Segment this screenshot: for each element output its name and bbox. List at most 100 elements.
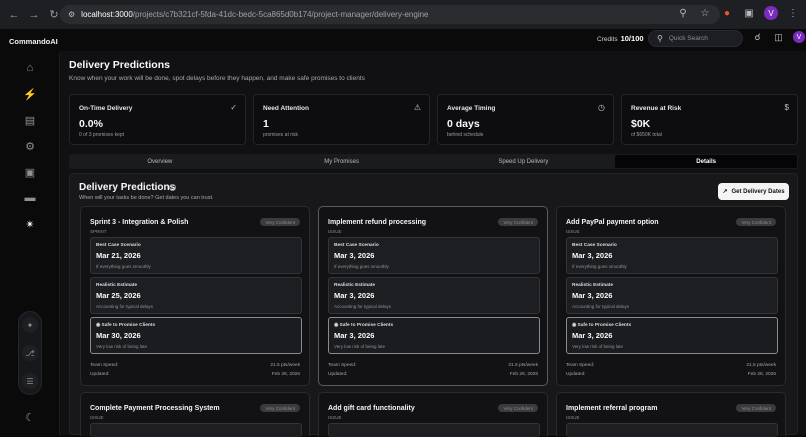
prediction-card[interactable]: Implement referral program ISSUE Very Co…: [556, 392, 786, 437]
best-case-scenario: Best Case Scenario Mar 3, 2026 If everyt…: [566, 237, 778, 274]
scenario-note: Very low risk of being late: [334, 344, 386, 349]
document-icon[interactable]: ▤: [21, 111, 39, 129]
scenario-date: Mar 3, 2026: [572, 331, 613, 340]
git-branch-icon[interactable]: ⎇: [22, 345, 38, 361]
panel-toggle-icon[interactable]: ◫: [772, 31, 785, 44]
stat-value: 1: [263, 118, 269, 130]
scenario-label: ◉ Safe to Promise Clients: [334, 323, 394, 328]
url-host: localhost:3000: [81, 10, 133, 19]
scenario-date: Mar 30, 2026: [96, 331, 141, 340]
scenario-note: Accounting for typical delays: [334, 304, 392, 309]
scenario-label: Best Case Scenario: [572, 243, 617, 248]
best-case-scenario: Best Case Scenario Mar 21, 2026 If every…: [90, 237, 302, 274]
scenario-note: If everything goes smoothly: [334, 264, 389, 269]
tab-my-promises[interactable]: My Promises: [251, 154, 433, 169]
scenario-label: Realistic Estimate: [334, 283, 376, 288]
delivery-predictions-panel: Delivery Predictions i When will your ta…: [69, 173, 798, 437]
realistic-estimate: Realistic Estimate Mar 25, 2026 Accounti…: [90, 277, 302, 314]
scenario-date: Mar 3, 2026: [572, 251, 613, 260]
get-delivery-dates-button[interactable]: ↗ Get Delivery Dates: [718, 183, 789, 200]
search-icon: ⚲: [657, 34, 663, 43]
theme-toggle-moon-icon[interactable]: ☾: [21, 408, 39, 426]
stat-label: Average Timing: [447, 105, 496, 112]
sidebar: ⌂ ⚡ ▤ ⚙ ▣ ▬ ✴ ✦ ⎇ ☰ ☾: [12, 54, 48, 434]
scenario-label: ◉ Safe to Promise Clients: [572, 323, 632, 328]
prediction-card[interactable]: Add PayPal payment option ISSUE Very Con…: [556, 206, 786, 386]
credits-label: Credits: [597, 36, 618, 43]
scenario-note: Very low risk of being late: [572, 344, 624, 349]
stat-card-revenue-at-risk: Revenue at Risk $ $0K of $650K total: [621, 94, 798, 145]
scenario-date: Mar 25, 2026: [96, 291, 141, 300]
main-content: Delivery Predictions Know when your work…: [59, 51, 806, 437]
back-icon[interactable]: ←: [6, 7, 22, 23]
prediction-card[interactable]: Implement refund processing ISSUE Very C…: [318, 206, 548, 386]
forward-icon[interactable]: →: [26, 7, 42, 23]
safe-to-promise: ◉ Safe to Promise Clients Mar 3, 2026 Ve…: [328, 317, 540, 354]
tab-speed-up-delivery[interactable]: Speed Up Delivery: [433, 154, 615, 169]
team-speed-row: Team Speed: 21.5 pts/week: [566, 363, 776, 368]
card-title: Implement referral program: [566, 405, 658, 412]
browser-profile-avatar[interactable]: V: [764, 6, 778, 20]
card-type: ISSUE: [566, 415, 580, 420]
confidence-badge: Very Confident: [736, 218, 776, 226]
best-case-scenario: Best Case Scenario Mar 3, 2026 If everyt…: [328, 237, 540, 274]
stat-label: Revenue at Risk: [631, 105, 682, 112]
bookmark-star-icon[interactable]: ☆: [698, 6, 712, 20]
headset-icon[interactable]: ☌: [751, 31, 764, 44]
tab-overview[interactable]: Overview: [69, 154, 251, 169]
prediction-card[interactable]: Add gift card functionality ISSUE Very C…: [318, 392, 548, 437]
scenario-date: Mar 3, 2026: [334, 331, 375, 340]
scenario-label: Best Case Scenario: [96, 243, 141, 248]
extensions-puzzle-icon[interactable]: ▣: [742, 6, 756, 20]
section-subtitle: When will your tasks be done? Get dates …: [79, 195, 214, 201]
scenario-note: Accounting for typical delays: [572, 304, 630, 309]
stat-value: $0K: [631, 118, 651, 130]
zoom-icon[interactable]: ⚲: [676, 6, 690, 20]
address-bar[interactable]: ⚙ localhost:3000/projects/c7b321cf-5fda-…: [60, 5, 720, 24]
menu-kebab-icon[interactable]: ⋮: [786, 6, 800, 20]
grid-apps-icon[interactable]: ▣: [21, 163, 39, 181]
scenario-label: Realistic Estimate: [572, 283, 614, 288]
prediction-card[interactable]: Complete Payment Processing System ISSUE…: [80, 392, 310, 437]
card-type: ISSUE: [566, 229, 580, 234]
settings-gear-icon[interactable]: ⚙: [21, 137, 39, 155]
delivery-engine-icon[interactable]: ✴: [21, 215, 39, 233]
realistic-estimate: Realistic Estimate Mar 3, 2026 Accountin…: [566, 277, 778, 314]
team-speed-row: Team Speed: 21.5 pts/week: [90, 363, 300, 368]
scenario-note: Very low risk of being late: [96, 344, 148, 349]
info-icon[interactable]: i: [169, 184, 176, 191]
card-type: ISSUE: [90, 415, 104, 420]
extension-icon[interactable]: ●: [720, 6, 734, 20]
confidence-badge: Very Confident: [260, 218, 300, 226]
stat-label: Need Attention: [263, 105, 309, 112]
stat-note: of $650K total: [631, 132, 662, 138]
updated-row: Updated: Feb 28, 2026: [328, 372, 538, 377]
check-circle-icon: ✓: [230, 103, 237, 112]
home-icon[interactable]: ⌂: [21, 59, 39, 77]
confidence-badge: Very Confident: [260, 404, 300, 412]
site-info-icon[interactable]: ⚙: [68, 10, 75, 19]
sparkle-icon[interactable]: ✦: [22, 317, 38, 333]
stat-note: 0 of 3 promises kept: [79, 132, 125, 138]
lightning-icon[interactable]: ⚡: [21, 85, 39, 103]
scenario-label: Realistic Estimate: [96, 283, 138, 288]
team-speed-row: Team Speed: 21.5 pts/week: [328, 363, 538, 368]
user-avatar[interactable]: V: [793, 31, 805, 43]
quick-search-placeholder: Quick Search: [668, 35, 708, 42]
safe-to-promise: ◉ Safe to Promise Clients Mar 30, 2026 V…: [90, 317, 302, 354]
tab-details[interactable]: Details: [615, 155, 797, 168]
safe-to-promise: ◉ Safe to Promise Clients Mar 3, 2026 Ve…: [566, 317, 778, 354]
prediction-card[interactable]: Sprint 3 - Integration & Polish SPRINT V…: [80, 206, 310, 386]
page-subtitle: Know when your work will be done, spot d…: [69, 75, 365, 82]
card-icon[interactable]: ▬: [21, 189, 39, 207]
quick-search-input[interactable]: ⚲ Quick Search: [648, 30, 743, 47]
database-icon[interactable]: ☰: [22, 373, 38, 389]
card-title: Add gift card functionality: [328, 405, 415, 412]
warning-icon: ⚠: [413, 103, 421, 112]
stat-value: 0.0%: [79, 118, 103, 130]
stat-card-average-timing: Average Timing ◷ 0 days behind schedule: [437, 94, 614, 145]
brand-logo[interactable]: CommandoAI: [9, 37, 58, 46]
stat-note: behind schedule: [447, 132, 484, 138]
trend-up-icon: ↗: [722, 189, 728, 195]
card-title: Add PayPal payment option: [566, 219, 659, 226]
